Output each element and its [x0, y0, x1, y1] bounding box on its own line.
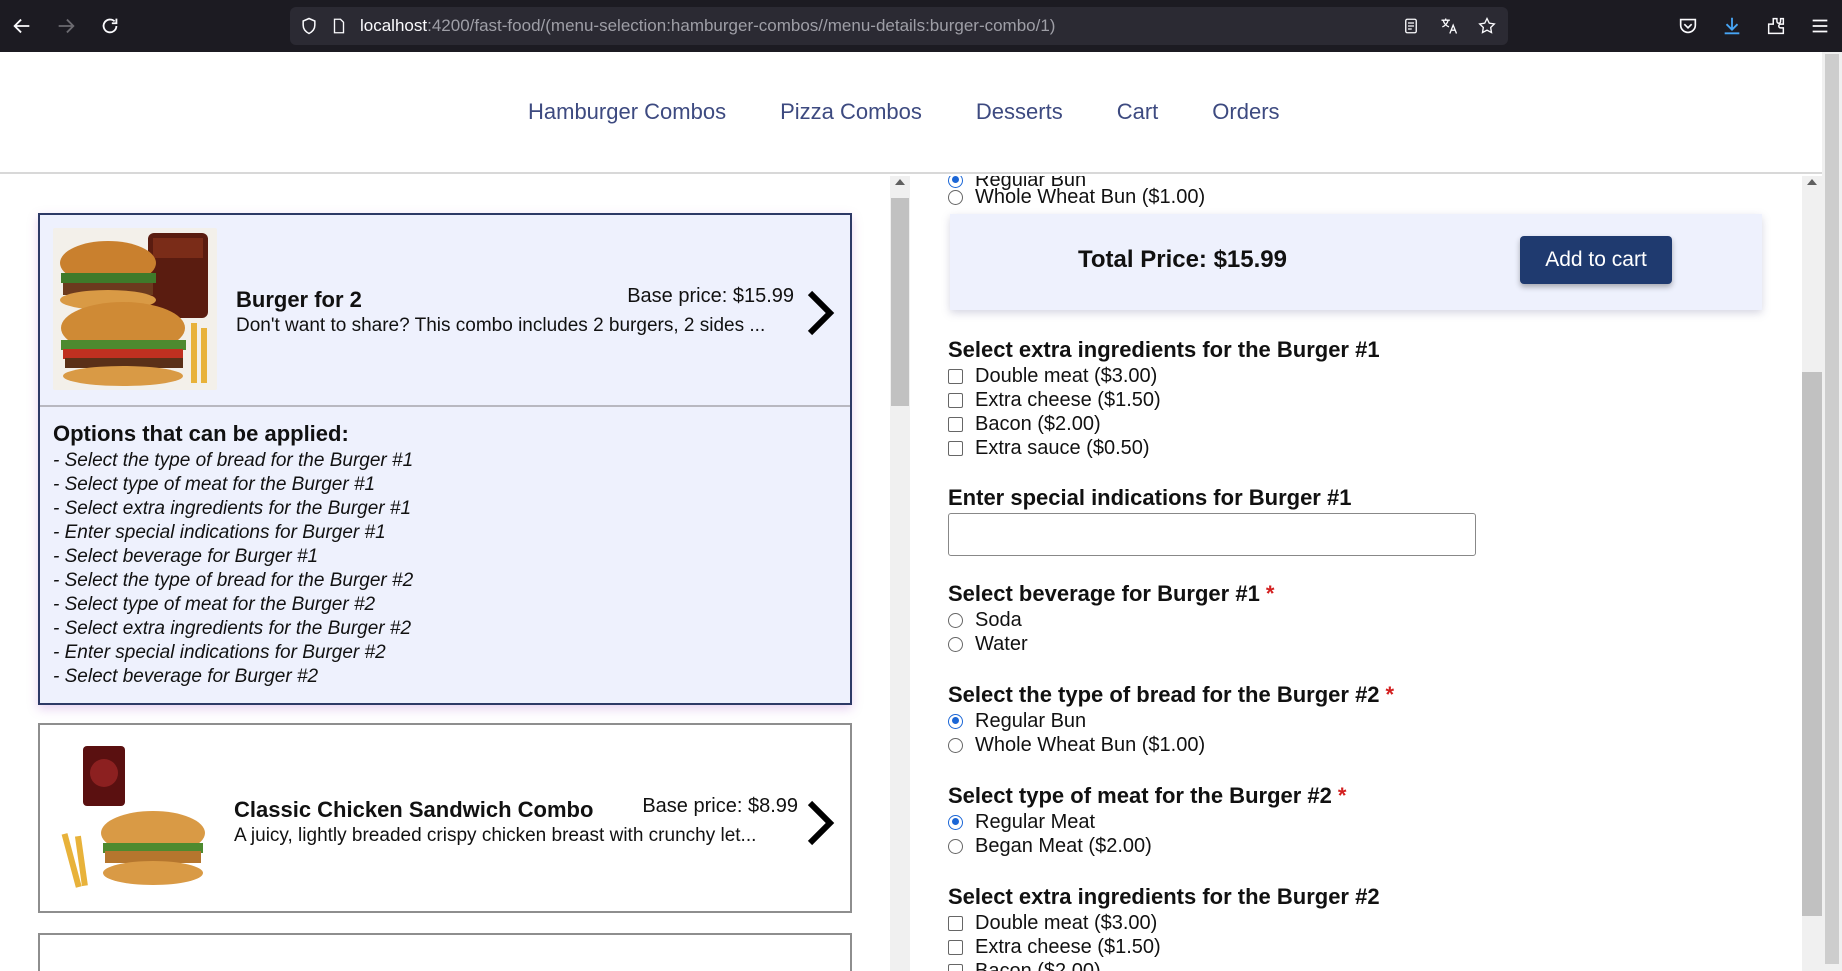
checkbox[interactable]	[948, 939, 963, 955]
meat2-began-option[interactable]: Began Meat ($2.00)	[948, 834, 1152, 858]
radio-button[interactable]	[948, 189, 963, 205]
option-item: - Select the type of bread for the Burge…	[53, 570, 414, 591]
combo-card-burger-for-2[interactable]: Burger for 2 Base price: $15.99 Don't wa…	[38, 213, 852, 705]
option-item: - Select type of meat for the Burger #1	[53, 474, 376, 495]
pocket-icon[interactable]	[1666, 0, 1710, 52]
combo-price: Base price: $8.99	[642, 795, 798, 817]
app-header: Hamburger Combos Pizza Combos Desserts C…	[0, 52, 1822, 174]
back-arrow-icon	[13, 18, 30, 34]
extras1-double-meat[interactable]: Double meat ($3.00)	[948, 364, 1157, 388]
back-button[interactable]	[0, 0, 44, 52]
reload-icon	[102, 18, 118, 34]
extras1-bacon[interactable]: Bacon ($2.00)	[948, 412, 1101, 436]
burger-combo-image	[53, 228, 217, 390]
special1-title: Enter special indications for Burger #1	[948, 485, 1352, 510]
combo-options: Options that can be applied: - Select th…	[40, 405, 850, 701]
combo-description: A juicy, lightly breaded crispy chicken …	[234, 825, 757, 846]
main-nav: Hamburger Combos Pizza Combos Desserts C…	[528, 99, 1280, 125]
bread2-whole-wheat-option[interactable]: Whole Wheat Bun ($1.00)	[948, 733, 1205, 757]
page-icon	[328, 15, 350, 37]
combo-details: Regular Bun Whole Wheat Bun ($1.00) Tota…	[910, 176, 1802, 971]
option-item: - Enter special indications for Burger #…	[53, 522, 386, 543]
extras2-double-meat[interactable]: Double meat ($3.00)	[948, 911, 1157, 935]
menu-icon[interactable]	[1798, 0, 1842, 52]
checkbox[interactable]	[948, 963, 963, 971]
bread1-whole-wheat-option[interactable]: Whole Wheat Bun ($1.00)	[948, 185, 1205, 209]
meat2-title: Select type of meat for the Burger #2 *	[948, 783, 1347, 808]
option-item: - Select beverage for Burger #2	[53, 666, 319, 687]
radio-button[interactable]	[948, 713, 963, 729]
combo-price: Base price: $15.99	[627, 285, 794, 307]
checkbox[interactable]	[948, 368, 963, 384]
combo-card-next[interactable]	[38, 933, 852, 971]
meat2-regular-option[interactable]: Regular Meat	[948, 810, 1095, 834]
combo-list: Burger for 2 Base price: $15.99 Don't wa…	[0, 176, 910, 971]
url-host: localhost	[360, 16, 428, 35]
combo-card-chicken-sandwich[interactable]: Classic Chicken Sandwich Combo Base pric…	[38, 723, 852, 913]
reload-button[interactable]	[88, 0, 132, 52]
beverage1-water[interactable]: Water	[948, 632, 1028, 656]
option-item: - Select type of meat for the Burger #2	[53, 594, 376, 615]
add-to-cart-button[interactable]: Add to cart	[1520, 236, 1672, 284]
required-marker: *	[1385, 682, 1395, 707]
extras2-extra-cheese[interactable]: Extra cheese ($1.50)	[948, 935, 1161, 959]
forward-button[interactable]	[44, 0, 88, 52]
required-marker: *	[1337, 783, 1347, 808]
chevron-right-icon[interactable]	[804, 289, 836, 337]
forward-arrow-icon	[58, 18, 75, 34]
chevron-right-icon[interactable]	[804, 799, 836, 847]
options-title: Options that can be applied:	[53, 421, 349, 446]
bread2-title: Select the type of bread for the Burger …	[948, 682, 1395, 707]
option-item: - Enter special indications for Burger #…	[53, 642, 386, 663]
radio-button[interactable]	[948, 814, 963, 830]
radio-button[interactable]	[948, 636, 963, 652]
translate-icon[interactable]	[1438, 15, 1460, 37]
reader-view-icon[interactable]	[1400, 15, 1422, 37]
extras2-bacon[interactable]: Bacon ($2.00)	[948, 959, 1101, 971]
required-marker: *	[1265, 581, 1275, 606]
beverage1-title: Select beverage for Burger #1 *	[948, 581, 1275, 606]
left-scrollbar[interactable]	[890, 176, 910, 971]
option-item: - Select extra ingredients for the Burge…	[53, 618, 412, 639]
radio-button[interactable]	[948, 838, 963, 854]
option-item: - Select extra ingredients for the Burge…	[53, 498, 412, 519]
combo-name: Burger for 2	[236, 287, 362, 312]
url-path: :4200/fast-food/(menu-selection:hamburge…	[427, 16, 1056, 35]
shield-icon[interactable]	[298, 15, 320, 37]
nav-pizza-combos[interactable]: Pizza Combos	[780, 99, 922, 125]
url-bar[interactable]: localhost:4200/fast-food/(menu-selection…	[290, 7, 1508, 45]
nav-hamburger-combos[interactable]: Hamburger Combos	[528, 99, 726, 125]
bread2-regular-option[interactable]: Regular Bun	[948, 709, 1086, 733]
price-summary: Total Price: $15.99 Add to cart	[950, 214, 1762, 310]
extras1-extra-cheese[interactable]: Extra cheese ($1.50)	[948, 388, 1161, 412]
combo-description: Don't want to share? This combo includes…	[236, 315, 766, 336]
chicken-combo-image	[53, 738, 217, 900]
extras1-title: Select extra ingredients for the Burger …	[948, 337, 1380, 362]
checkbox[interactable]	[948, 915, 963, 931]
bookmark-star-icon[interactable]	[1476, 15, 1498, 37]
nav-orders[interactable]: Orders	[1212, 99, 1279, 125]
page-scrollbar[interactable]	[1822, 52, 1842, 971]
radio-button[interactable]	[948, 737, 963, 753]
checkbox[interactable]	[948, 416, 963, 432]
extensions-icon[interactable]	[1754, 0, 1798, 52]
extras1-extra-sauce[interactable]: Extra sauce ($0.50)	[948, 436, 1150, 460]
combo-name: Classic Chicken Sandwich Combo	[234, 797, 594, 822]
total-price: Total Price: $15.99	[1078, 246, 1287, 273]
option-item: - Select the type of bread for the Burge…	[53, 450, 414, 471]
radio-button[interactable]	[948, 612, 963, 628]
browser-toolbar: localhost:4200/fast-food/(menu-selection…	[0, 0, 1842, 52]
checkbox[interactable]	[948, 392, 963, 408]
extras2-title: Select extra ingredients for the Burger …	[948, 884, 1380, 909]
option-item: - Select beverage for Burger #1	[53, 546, 319, 567]
nav-cart[interactable]: Cart	[1117, 99, 1159, 125]
special-indications-input[interactable]	[948, 513, 1476, 556]
nav-desserts[interactable]: Desserts	[976, 99, 1063, 125]
beverage1-soda[interactable]: Soda	[948, 608, 1022, 632]
checkbox[interactable]	[948, 440, 963, 456]
right-scrollbar[interactable]	[1802, 176, 1822, 971]
downloads-icon[interactable]	[1710, 0, 1754, 52]
